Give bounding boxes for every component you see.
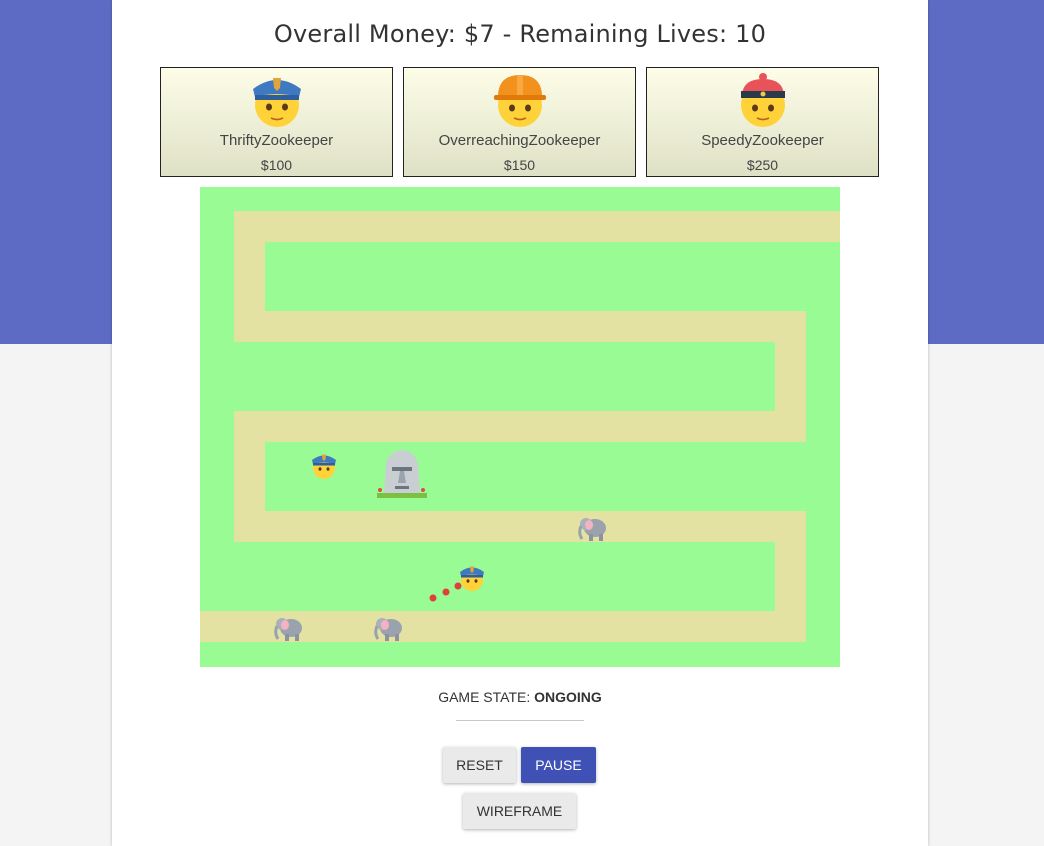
path-segment [234,211,840,242]
elephant-icon [578,518,606,541]
game-state-value: ONGOING [534,689,602,705]
path-segment [234,311,806,342]
money-label: Overall Money: [273,20,457,48]
apple-projectile-icon [429,582,462,602]
header-separator: - [502,20,512,48]
game-state: GAME STATE: ONGOING [112,689,928,705]
path-segment [234,511,806,542]
shop-item-name: OverreachingZookeeper [438,132,601,149]
construction-worker-icon [493,75,546,127]
game-board[interactable] [200,187,840,667]
pause-button[interactable]: PAUSE [521,747,596,783]
divider [456,720,584,721]
shop-item-name: SpeedyZookeeper [701,132,824,149]
shop-item-speedy-zookeeper[interactable]: SpeedyZookeeper $250 [646,67,879,177]
game-card: Overall Money: $7 - Remaining Lives: 10 … [112,0,928,846]
shop-item-price: $250 [746,157,779,173]
game-state-label: GAME STATE: [438,689,531,705]
elephant-icon [274,618,302,641]
path-segment [234,411,806,442]
money-value: $7 [463,20,495,48]
shop-item-name: ThriftyZookeeper [219,132,334,149]
skullcap-zookeeper-icon [740,73,785,127]
elephant-icon [374,618,402,641]
wireframe-button[interactable]: WIREFRAME [463,793,576,829]
zookeeper-tower-icon[interactable] [309,451,339,481]
reset-button[interactable]: RESET [443,747,516,783]
money-lives-header: Overall Money: $7 - Remaining Lives: 10 [112,20,928,48]
moai-statue-icon [377,450,427,498]
shop-item-price: $150 [503,157,536,173]
zookeeper-shop: ThriftyZookeeper $100 OverreachingZookee… [160,67,880,177]
lives-label: Remaining Lives: [519,20,728,48]
shop-item-overreaching-zookeeper[interactable]: OverreachingZookeeper $150 [403,67,636,177]
shop-item-price: $100 [260,157,293,173]
lives-value: 10 [735,20,767,48]
police-zookeeper-icon [252,78,301,127]
shop-item-thrifty-zookeeper[interactable]: ThriftyZookeeper $100 [160,67,393,177]
